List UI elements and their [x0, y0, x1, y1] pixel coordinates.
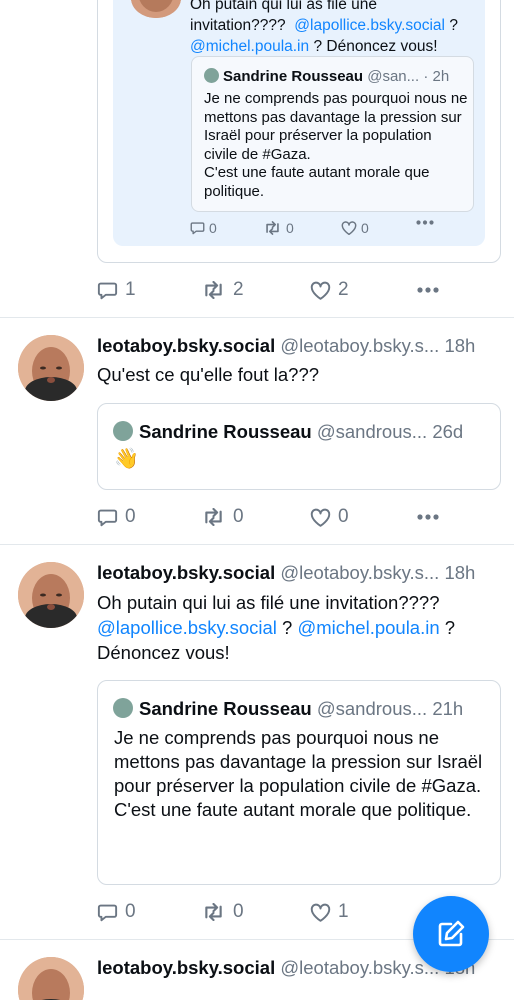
heart-icon: [341, 221, 357, 235]
divider: [0, 544, 514, 545]
quote-text: Je ne comprends pas pourquoi nous ne met…: [114, 727, 483, 820]
like-button[interactable]: 0: [310, 506, 349, 528]
mention-link[interactable]: @lapollice.bsky.social: [97, 617, 277, 638]
mention-link[interactable]: @lapollice.bsky.social: [294, 17, 445, 34]
handle[interactable]: @leotaboy.bsky.s...: [280, 562, 439, 583]
more-button[interactable]: [416, 220, 434, 225]
handle[interactable]: @leotaboy.bsky.s...: [280, 957, 439, 978]
quote-card[interactable]: Sandrine Rousseau @sandrous... 26d 👋: [97, 403, 501, 490]
timestamp[interactable]: 18h: [444, 335, 475, 356]
compose-button[interactable]: [413, 896, 489, 972]
post-text: Oh putain qui lui as filé une invitation…: [97, 592, 456, 663]
timestamp[interactable]: 18h: [444, 562, 475, 583]
handle[interactable]: @leotaboy.bsky.s...: [280, 335, 439, 356]
repost-button[interactable]: 0: [201, 506, 244, 528]
reply-button[interactable]: 0: [190, 220, 217, 236]
avatar: [204, 68, 219, 83]
reply-button[interactable]: 0: [97, 506, 136, 528]
avatar[interactable]: [18, 562, 84, 628]
display-name[interactable]: leotaboy.bsky.social: [97, 562, 275, 583]
reply-bubble-icon: [97, 282, 118, 299]
heart-icon: [310, 508, 331, 527]
reply-button[interactable]: 1: [97, 279, 136, 301]
more-dots-icon: [417, 514, 439, 520]
avatar[interactable]: [18, 335, 84, 401]
post-text: Qu'est ce qu'elle fout la???: [97, 364, 320, 385]
more-button[interactable]: [417, 514, 439, 520]
repost-icon: [266, 221, 279, 235]
repost-icon: [205, 508, 222, 526]
display-name[interactable]: leotaboy.bsky.social: [97, 957, 275, 978]
nested-quote-card[interactable]: Sandrine Rousseau @san... · 2h Je ne com…: [191, 56, 474, 212]
reply-button[interactable]: 0: [97, 901, 136, 923]
quote-header: Sandrine Rousseau @sandrous... 21h: [113, 698, 488, 720]
reply-bubble-icon: [190, 222, 205, 235]
mention-link[interactable]: @michel.poula.in: [297, 617, 439, 638]
post-text: Oh putain qui lui as filé une invitation…: [190, 0, 458, 55]
quote-text: Je ne comprends pas pourquoi nous ne met…: [204, 90, 468, 200]
avatar[interactable]: [18, 957, 84, 1000]
more-dots-icon: [417, 287, 439, 293]
divider: [0, 317, 514, 318]
quote-header: Sandrine Rousseau @san... · 2h: [204, 68, 449, 85]
like-button[interactable]: 0: [341, 220, 369, 236]
display-name[interactable]: leotaboy.bsky.social: [97, 335, 275, 356]
avatar: [113, 421, 133, 441]
heart-icon: [310, 281, 331, 300]
reply-bubble-icon: [97, 904, 118, 921]
compose-pencil-icon: [438, 920, 465, 947]
repost-button[interactable]: 0: [263, 220, 294, 236]
more-dots-icon: [416, 220, 434, 225]
quote-text: 👋: [114, 448, 139, 470]
repost-icon: [205, 903, 222, 921]
more-button[interactable]: [417, 287, 439, 293]
mention-link[interactable]: @michel.poula.in: [190, 38, 309, 55]
heart-icon: [310, 903, 331, 922]
repost-button[interactable]: 0: [201, 901, 244, 923]
post-header: leotaboy.bsky.social @leotaboy.bsky.s...…: [97, 562, 507, 584]
repost-button[interactable]: 2: [201, 279, 244, 301]
avatar: [113, 698, 133, 718]
quote-header: Sandrine Rousseau @sandrous... 26d: [113, 421, 488, 443]
like-button[interactable]: 1: [310, 901, 349, 923]
like-button[interactable]: 2: [310, 279, 349, 301]
reply-bubble-icon: [97, 509, 118, 526]
quote-card[interactable]: Sandrine Rousseau @sandrous... 21h Je ne…: [97, 680, 501, 885]
post-header: leotaboy.bsky.social @leotaboy.bsky.s...…: [97, 335, 507, 357]
repost-icon: [205, 281, 222, 299]
